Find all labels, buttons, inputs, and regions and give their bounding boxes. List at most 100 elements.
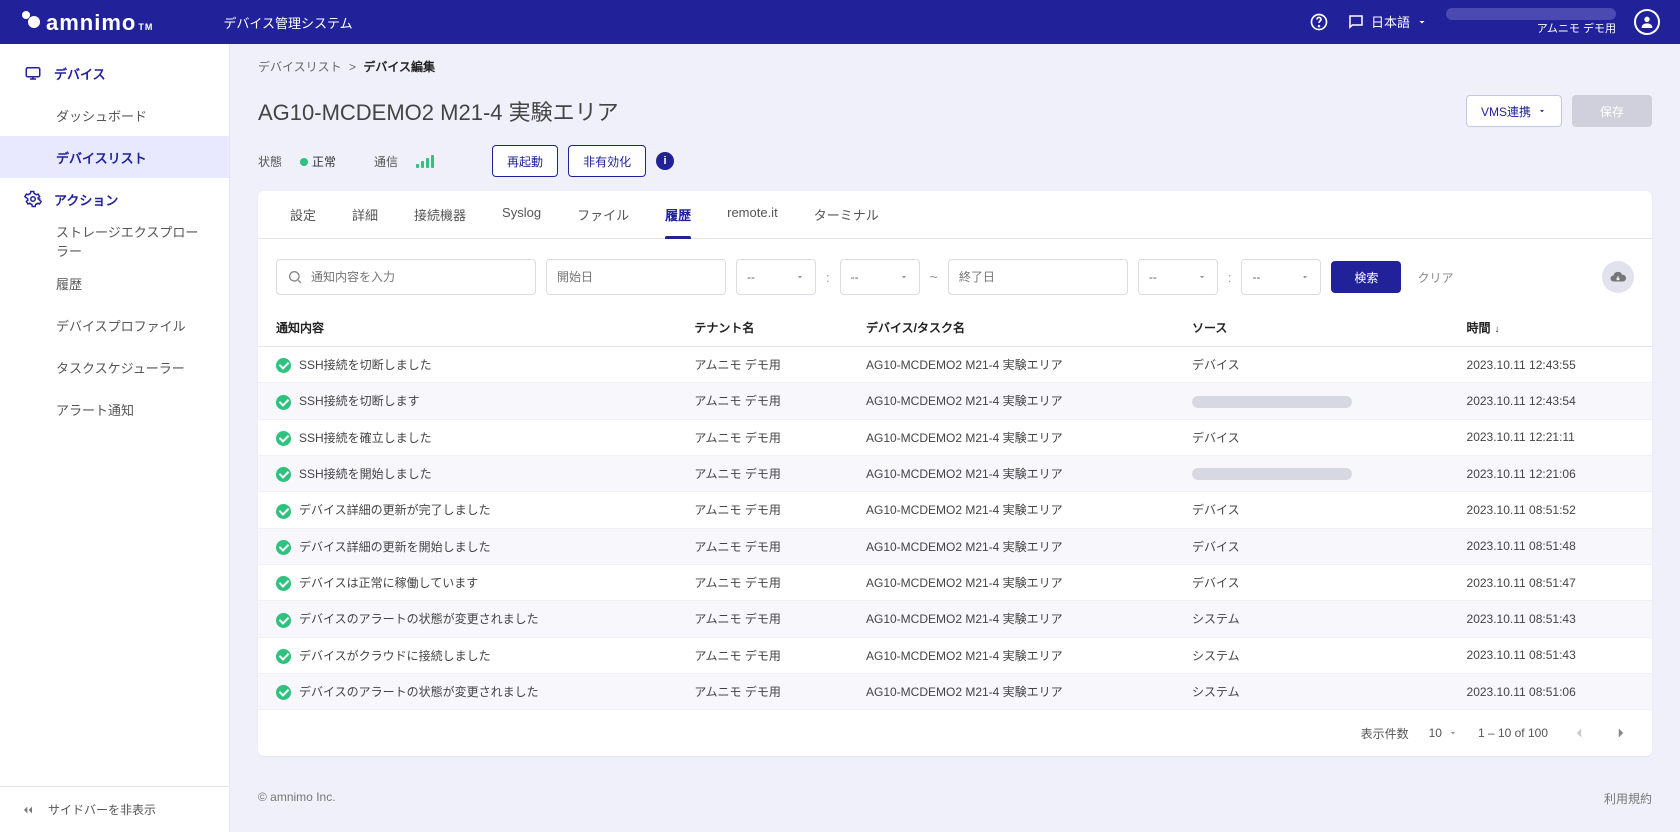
table-row[interactable]: SSH接続を開始しましたアムニモ デモ用AG10-MCDEMO2 M21-4 実… xyxy=(258,455,1652,491)
cell-source xyxy=(1174,455,1449,491)
cell-tenant: アムニモ デモ用 xyxy=(676,383,848,419)
breadcrumb-parent[interactable]: デバイスリスト xyxy=(258,60,342,74)
table-row[interactable]: SSH接続を切断しますアムニモ デモ用AG10-MCDEMO2 M21-4 実験… xyxy=(258,383,1652,419)
cell-message: デバイスがクラウドに接続しました xyxy=(258,637,676,673)
sidebar-item-6[interactable]: デバイスプロファイル xyxy=(0,304,229,346)
table-row[interactable]: デバイスのアラートの状態が変更されましたアムニモ デモ用AG10-MCDEMO2… xyxy=(258,601,1652,637)
cell-time: 2023.10.11 12:21:11 xyxy=(1449,419,1652,455)
sidebar-item-label: デバイスリスト xyxy=(56,148,147,167)
cloud-download-icon xyxy=(1609,268,1627,286)
user-icon xyxy=(1639,14,1655,30)
table-row[interactable]: デバイスがクラウドに接続しましたアムニモ デモ用AG10-MCDEMO2 M21… xyxy=(258,637,1652,673)
language-selector[interactable]: 日本語 xyxy=(1347,12,1428,31)
redacted-text xyxy=(1192,396,1352,408)
tab-0[interactable]: 設定 xyxy=(272,191,334,238)
brand-bubbles-icon xyxy=(20,8,42,30)
page-next-button[interactable] xyxy=(1610,722,1632,744)
sidebar-item-3[interactable]: アクション xyxy=(0,178,229,220)
restart-button[interactable]: 再起動 xyxy=(492,145,558,177)
search-button[interactable]: 検索 xyxy=(1331,261,1401,293)
sidebar-item-7[interactable]: タスクスケジューラー xyxy=(0,346,229,388)
copyright: © amnimo Inc. xyxy=(258,790,336,807)
cell-tenant: アムニモ デモ用 xyxy=(676,347,848,383)
table-row[interactable]: デバイスのアラートの状態が変更されましたアムニモ デモ用AG10-MCDEMO2… xyxy=(258,673,1652,709)
tab-2[interactable]: 接続機器 xyxy=(396,191,484,238)
page-title: AG10-MCDEMO2 M21-4 実験エリア xyxy=(258,95,619,127)
table-row[interactable]: SSH接続を確立しましたアムニモ デモ用AG10-MCDEMO2 M21-4 実… xyxy=(258,419,1652,455)
sidebar-item-1[interactable]: ダッシュボード xyxy=(0,94,229,136)
clear-button[interactable]: クリア xyxy=(1417,269,1453,286)
start-date-input[interactable] xyxy=(546,259,726,295)
cell-device: AG10-MCDEMO2 M21-4 実験エリア xyxy=(848,455,1174,491)
tab-4[interactable]: ファイル xyxy=(559,191,647,238)
table-row[interactable]: SSH接続を切断しましたアムニモ デモ用AG10-MCDEMO2 M21-4 実… xyxy=(258,347,1652,383)
cell-device: AG10-MCDEMO2 M21-4 実験エリア xyxy=(848,419,1174,455)
sidebar-item-label: 履歴 xyxy=(56,274,82,293)
search-input[interactable] xyxy=(311,270,525,284)
tenant-info: アムニモ デモ用 xyxy=(1446,8,1616,36)
chevron-right-icon xyxy=(1612,724,1630,742)
sidebar-collapse-button[interactable]: サイドバーを非表示 xyxy=(0,786,229,832)
cloud-download-button[interactable] xyxy=(1602,261,1634,293)
help-icon[interactable] xyxy=(1309,12,1329,32)
tab-5[interactable]: 履歴 xyxy=(647,191,709,238)
col-header-1[interactable]: テナント名 xyxy=(676,309,848,347)
sidebar-item-label: デバイス xyxy=(54,64,106,83)
language-label: 日本語 xyxy=(1371,12,1410,31)
sidebar-item-label: アラート通知 xyxy=(56,400,134,419)
cell-device: AG10-MCDEMO2 M21-4 実験エリア xyxy=(848,492,1174,528)
sidebar-item-5[interactable]: 履歴 xyxy=(0,262,229,304)
vms-link-button[interactable]: VMS連携 xyxy=(1466,95,1562,127)
start-hour-select[interactable]: -- xyxy=(736,259,816,295)
cell-message: SSH接続を切断します xyxy=(258,383,676,419)
end-hour-select[interactable]: -- xyxy=(1138,259,1218,295)
success-icon xyxy=(276,613,291,628)
tab-1[interactable]: 詳細 xyxy=(334,191,396,238)
sidebar-item-0[interactable]: デバイス xyxy=(0,52,229,94)
cell-tenant: アムニモ デモ用 xyxy=(676,601,848,637)
table-row[interactable]: デバイス詳細の更新が完了しましたアムニモ デモ用AG10-MCDEMO2 M21… xyxy=(258,492,1652,528)
save-button: 保存 xyxy=(1572,95,1652,127)
col-header-3[interactable]: ソース xyxy=(1174,309,1449,347)
cell-device: AG10-MCDEMO2 M21-4 実験エリア xyxy=(848,601,1174,637)
pagination: 表示件数 10 1 – 10 of 100 xyxy=(258,710,1652,756)
end-min-select[interactable]: -- xyxy=(1241,259,1321,295)
end-date-input[interactable] xyxy=(948,259,1128,295)
col-header-4[interactable]: 時間↓ xyxy=(1449,309,1652,347)
cell-source: デバイス xyxy=(1174,492,1449,528)
sidebar-item-2[interactable]: デバイスリスト xyxy=(0,136,229,178)
chat-icon xyxy=(1347,13,1365,31)
table-row[interactable]: デバイス詳細の更新を開始しましたアムニモ デモ用AG10-MCDEMO2 M21… xyxy=(258,528,1652,564)
col-header-0[interactable]: 通知内容 xyxy=(258,309,676,347)
breadcrumb: デバイスリスト > デバイス編集 xyxy=(230,44,1680,85)
table-row[interactable]: デバイスは正常に稼働していますアムニモ デモ用AG10-MCDEMO2 M21-… xyxy=(258,564,1652,600)
tab-7[interactable]: ターミナル xyxy=(796,191,897,238)
disable-button[interactable]: 非有効化 xyxy=(568,145,646,177)
app-title: デバイス管理システム xyxy=(223,13,352,32)
terms-link[interactable]: 利用規約 xyxy=(1604,790,1652,807)
rows-per-page-select[interactable]: 10 xyxy=(1429,726,1458,740)
comm-label: 通信 xyxy=(374,153,398,170)
info-icon[interactable]: i xyxy=(656,152,674,170)
cell-time: 2023.10.11 08:51:52 xyxy=(1449,492,1652,528)
cell-tenant: アムニモ デモ用 xyxy=(676,419,848,455)
tab-3[interactable]: Syslog xyxy=(484,191,559,238)
search-input-wrapper[interactable] xyxy=(276,259,536,295)
page-prev-button xyxy=(1568,722,1590,744)
cell-tenant: アムニモ デモ用 xyxy=(676,492,848,528)
brand-logo[interactable]: amnimo TM xyxy=(20,8,153,36)
sidebar-item-8[interactable]: アラート通知 xyxy=(0,388,229,430)
col-header-2[interactable]: デバイス/タスク名 xyxy=(848,309,1174,347)
chevron-left-icon xyxy=(1570,724,1588,742)
caret-down-icon xyxy=(1448,728,1458,738)
chevrons-left-icon xyxy=(20,802,36,818)
cell-time: 2023.10.11 08:51:47 xyxy=(1449,564,1652,600)
caret-down-icon xyxy=(899,272,909,282)
start-min-select[interactable]: -- xyxy=(840,259,920,295)
sidebar-item-4[interactable]: ストレージエクスプローラー xyxy=(0,220,229,262)
avatar-button[interactable] xyxy=(1634,9,1660,35)
chevron-down-icon xyxy=(1416,16,1428,28)
cell-time: 2023.10.11 08:51:43 xyxy=(1449,601,1652,637)
tab-6[interactable]: remote.it xyxy=(709,191,796,238)
sidebar-item-label: アクション xyxy=(54,190,118,209)
